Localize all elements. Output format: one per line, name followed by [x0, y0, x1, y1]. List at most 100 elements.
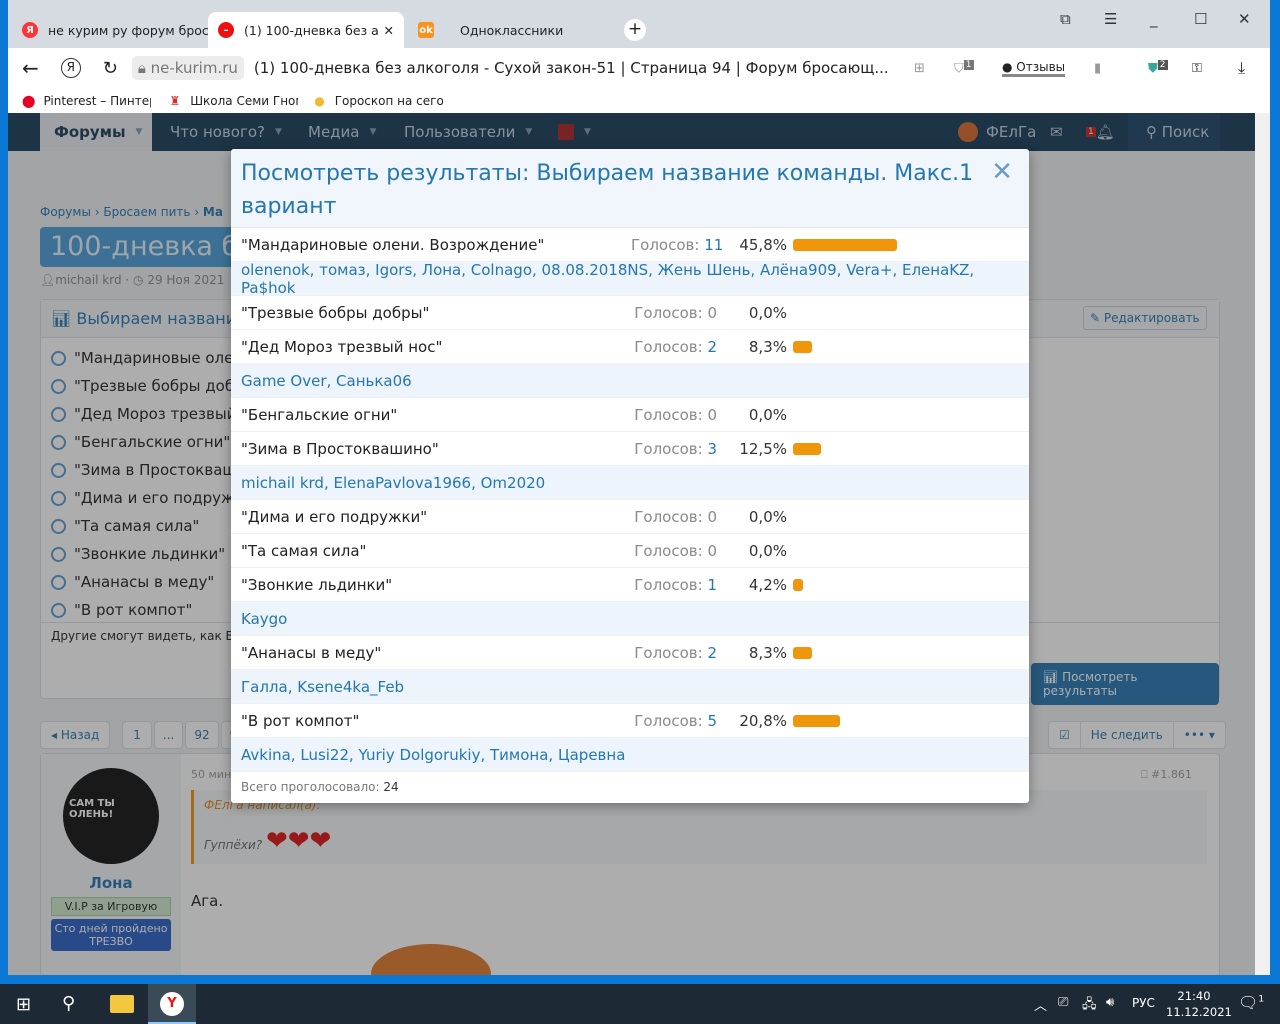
- yandex-icon: Я: [22, 22, 38, 38]
- page-title-in-url[interactable]: (1) 100-дневка без алкоголя - Сухой зако…: [254, 59, 889, 77]
- vote-count[interactable]: Голосов: 2: [631, 338, 717, 356]
- vote-count: Голосов: 0: [634, 405, 717, 424]
- result-row: "Мандариновые олени. Возрождение" Голосов…: [231, 228, 1029, 262]
- menu-icon[interactable]: ☰: [1104, 10, 1117, 28]
- option-text: "Мандариновые олени. Возрождение": [241, 235, 545, 254]
- voters-row[interactable]: olenenok, томаз, Igors, Лона, Colnago, 0…: [231, 261, 1029, 297]
- taskbar: ⊞ ⚲ Y ︿ ⎚ 🖧︎ 🔊︎ РУС 21:40 11.12.2021 🗨︎1: [0, 984, 1280, 1024]
- voter-list[interactable]: Галла, Ksene4ka_Feb: [241, 678, 404, 696]
- bookmark-icon[interactable]: ▮: [1094, 61, 1101, 76]
- option-text: "Ананасы в меду": [241, 643, 382, 662]
- bookmarks-bar: ⬤ Pinterest – Пинтерест ♜ Школа Семи Гномо…: [8, 88, 1270, 113]
- vote-percent: 0,0%: [748, 405, 787, 424]
- back-icon[interactable]: ←: [22, 56, 39, 80]
- yandex-browser-icon: Y: [160, 992, 184, 1016]
- no-smoking-icon: –: [218, 22, 234, 38]
- result-row: "Трезвые бобры добры" Голосов: 0 0,0%: [231, 296, 1029, 330]
- pinterest-icon: ⬤: [22, 93, 36, 108]
- language-indicator[interactable]: РУС: [1132, 996, 1155, 1010]
- add-tab-icon[interactable]: ⊞: [914, 61, 925, 76]
- tray-chevron-icon[interactable]: ︿: [1034, 995, 1047, 1014]
- volume-icon[interactable]: 🔊︎: [1106, 995, 1114, 1010]
- result-row: "Ананасы в меду" Голосов: 2 8,3%: [231, 636, 1029, 670]
- modal-footer: Всего проголосовало: 24: [241, 780, 399, 794]
- notifications-icon[interactable]: 🗨︎1: [1238, 993, 1264, 1012]
- new-tab-button[interactable]: +: [624, 19, 646, 41]
- voters-row[interactable]: michail krd, ElenaPavlova1966, Om2020: [231, 466, 1029, 500]
- bookmark-pinterest[interactable]: Pinterest – Пинтерест: [43, 94, 151, 108]
- tab-ok[interactable]: ok Одноклассники: [408, 12, 608, 48]
- result-row: "Бенгальские огни" Голосов: 0 0,0%: [231, 398, 1029, 432]
- result-row: "Зима в Простоквашино" Голосов: 3 12,5%: [231, 432, 1029, 466]
- gnome-icon: ♜: [169, 93, 181, 108]
- vote-bar: [793, 646, 812, 659]
- voters-row[interactable]: Kaygo: [231, 602, 1029, 636]
- yandex-browser-taskbar[interactable]: Y: [148, 984, 196, 1024]
- voter-list[interactable]: Kaygo: [241, 610, 287, 628]
- option-text: "Дима и его подружки": [241, 507, 428, 526]
- yandex-home-icon[interactable]: Я: [60, 58, 81, 78]
- collections-icon[interactable]: ⧉: [1060, 10, 1071, 28]
- vote-percent: 8,3%: [748, 643, 787, 662]
- close-tab-icon[interactable]: ✕: [384, 23, 394, 38]
- vote-percent: 4,2%: [748, 575, 787, 594]
- vote-bar: [793, 578, 803, 591]
- vote-bar: [793, 714, 841, 727]
- bookmark-horoscope[interactable]: Гороскоп на сегодня: [335, 94, 443, 108]
- vote-percent: 45,8%: [739, 235, 787, 254]
- voter-list[interactable]: Game Over, Санька06: [241, 372, 412, 390]
- windows-start-icon[interactable]: ⊞: [16, 994, 31, 1015]
- password-icon[interactable]: ⚿: [1192, 61, 1202, 76]
- tab-yandex[interactable]: Яне курим ру форум броса: [12, 12, 208, 48]
- vote-percent: 20,8%: [739, 711, 787, 730]
- horoscope-icon: ●: [314, 93, 325, 108]
- result-row: "Та самая сила" Голосов: 0 0,0%: [231, 534, 1029, 568]
- vote-count: Голосов: 0: [634, 507, 717, 526]
- reload-icon[interactable]: ↻: [103, 58, 118, 79]
- shield-extension-icon[interactable]: ⛊ 2: [1148, 59, 1168, 76]
- close-window-button[interactable]: ✕: [1238, 10, 1251, 28]
- file-explorer-icon[interactable]: [110, 995, 134, 1013]
- meet-icon[interactable]: ⎚: [1058, 995, 1068, 1010]
- voters-row[interactable]: Avkina, Lusi22, Yuriy Dolgorukiy, Тимона…: [231, 738, 1029, 772]
- vote-count[interactable]: Голосов: 3: [631, 440, 717, 458]
- url-domain[interactable]: 🔒︎ ne-kurim.ru: [131, 56, 244, 80]
- vote-count: Голосов: 0: [634, 303, 717, 322]
- voter-list[interactable]: Avkina, Lusi22, Yuriy Dolgorukiy, Тимона…: [241, 746, 625, 764]
- vote-count[interactable]: Голосов: 11: [631, 236, 723, 254]
- voter-list[interactable]: michail krd, ElenaPavlova1966, Om2020: [241, 474, 545, 492]
- option-text: "Та самая сила": [241, 541, 367, 560]
- tab-active[interactable]: –(1) 100-дневка без алкоголя✕: [208, 12, 404, 48]
- option-text: "Зима в Простоквашино": [241, 439, 439, 458]
- vote-percent: 8,3%: [748, 337, 787, 356]
- protect-icon[interactable]: ⛉ 1: [954, 59, 974, 76]
- vote-count[interactable]: Голосов: 1: [631, 576, 717, 594]
- result-row: "Звонкие льдинки" Голосов: 1 4,2%: [231, 568, 1029, 602]
- close-icon[interactable]: ✕: [991, 157, 1013, 187]
- download-icon[interactable]: ⤓: [1238, 58, 1245, 78]
- poll-results-modal: Посмотреть результаты: Выбираем название…: [231, 149, 1029, 803]
- vote-bar: [793, 340, 812, 353]
- clock[interactable]: 21:40 11.12.2021: [1166, 988, 1232, 1020]
- voters-row[interactable]: Game Over, Санька06: [231, 364, 1029, 398]
- vote-percent: 0,0%: [748, 507, 787, 526]
- minimize-button[interactable]: _: [1150, 10, 1158, 28]
- voters-row[interactable]: Галла, Ksene4ka_Feb: [231, 670, 1029, 704]
- result-row: "Дима и его подружки" Голосов: 0 0,0%: [231, 500, 1029, 534]
- vote-count[interactable]: Голосов: 2: [631, 644, 717, 662]
- reviews-button[interactable]: ● Отзывы: [1002, 60, 1066, 77]
- option-text: "Звонкие льдинки": [241, 575, 393, 594]
- search-icon[interactable]: ⚲: [62, 993, 75, 1014]
- bookmark-gnomes[interactable]: Школа Семи Гномов: [190, 94, 298, 108]
- voter-list[interactable]: olenenok, томаз, Igors, Лона, Colnago, 0…: [241, 261, 1029, 297]
- maximize-button[interactable]: ☐: [1194, 10, 1207, 28]
- vote-count[interactable]: Голосов: 5: [631, 712, 717, 730]
- vote-bar: [793, 442, 822, 455]
- vote-percent: 0,0%: [748, 541, 787, 560]
- scrollbar[interactable]: [1255, 113, 1270, 975]
- results-list: "Мандариновые олени. Возрождение" Голосов…: [231, 228, 1029, 772]
- lock-icon: 🔒︎: [137, 59, 151, 77]
- tab-bar: Яне курим ру форум броса – (1) 100-дневка…: [8, 0, 1270, 48]
- network-icon[interactable]: 🖧︎: [1082, 995, 1097, 1017]
- option-text: "Дед Мороз трезвый нос": [241, 337, 443, 356]
